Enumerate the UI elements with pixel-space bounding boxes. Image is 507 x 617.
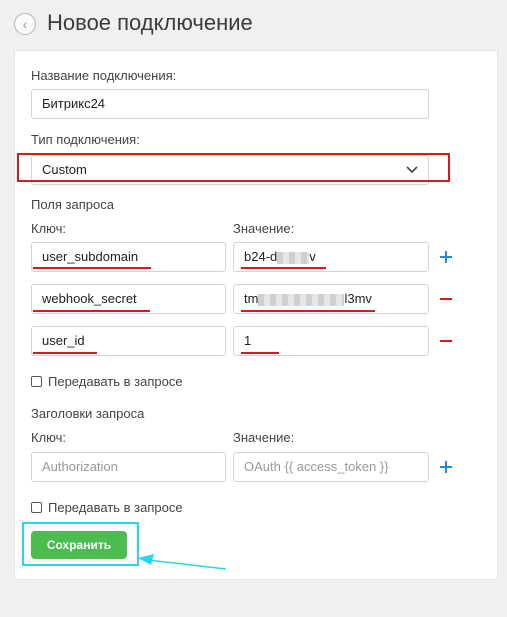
save-button[interactable]: Сохранить [31,531,127,559]
key-column-label: Ключ: [31,221,67,236]
checkbox-label: Передавать в запросе [48,500,183,515]
header-key-input[interactable]: Authorization [31,452,226,482]
field-value-suffix: v [309,249,316,264]
annotation-underline [241,352,279,354]
page-header: ‹ Новое подключение [0,0,507,50]
connection-name-input[interactable]: Битрикс24 [31,89,429,119]
header-value-input[interactable]: OAuth {{ access_token }} [233,452,429,482]
chevron-left-icon: ‹ [22,16,28,32]
annotation-underline [33,352,97,354]
field-value-text: b24-d [244,249,278,264]
request-headers-label: Заголовки запроса [31,406,145,421]
send-header-in-request-checkbox[interactable]: Передавать в запросе [31,500,183,515]
field-value-text: 1 [244,333,252,348]
remove-field-icon[interactable] [439,292,453,306]
value-column-label: Значение: [233,221,295,236]
checkbox-box[interactable] [31,502,42,513]
field-value-suffix: l3mv [344,291,372,306]
remove-field-icon[interactable] [439,334,453,348]
request-fields-label: Поля запроса [31,197,114,212]
add-header-icon[interactable] [439,460,453,474]
checkbox-label: Передавать в запросе [48,374,183,389]
annotation-underline [241,310,375,312]
annotation-arrow [138,554,227,570]
annotation-type-box [17,153,450,182]
annotation-underline [241,267,326,269]
redacted-region [258,293,345,306]
redacted-region [277,251,310,264]
connection-type-label: Тип подключения: [31,132,140,147]
annotation-underline [33,310,150,312]
add-field-icon[interactable] [439,250,453,264]
headers-value-label: Значение: [233,430,295,445]
page-title: Новое подключение [47,10,253,35]
connection-name-label: Название подключения: [31,68,177,83]
back-button[interactable]: ‹ [14,13,36,35]
headers-key-label: Ключ: [31,430,67,445]
send-in-request-checkbox[interactable]: Передавать в запросе [31,374,183,389]
field-value-text: tm [244,291,259,306]
checkbox-box[interactable] [31,376,42,387]
annotation-underline [33,267,151,269]
